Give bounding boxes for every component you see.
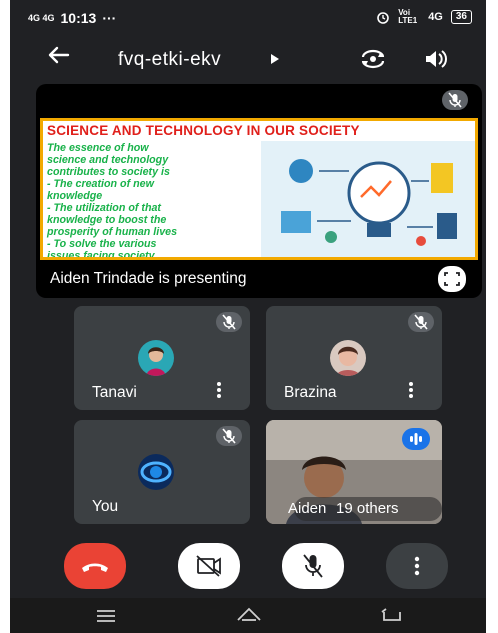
participant-name: You <box>92 498 119 515</box>
back-nav-icon[interactable] <box>378 604 406 626</box>
participant-name: Brazina <box>284 384 337 401</box>
others-tile[interactable]: Aiden 19 others <box>266 420 442 524</box>
mic-off-icon <box>442 90 468 110</box>
system-nav-bar <box>10 598 486 633</box>
speaker-icon[interactable] <box>420 44 450 74</box>
shared-slide: SCIENCE AND TECHNOLOGY IN OUR SOCIETY Th… <box>40 118 478 260</box>
app-bar: fvq-etki-ekv <box>10 36 486 84</box>
more-notifications: ··· <box>102 10 117 26</box>
avatar <box>138 454 174 490</box>
switch-camera-icon[interactable] <box>358 44 388 74</box>
mic-off-icon <box>303 554 323 578</box>
call-controls <box>10 540 486 596</box>
participant-tile[interactable]: Tanavi <box>74 306 250 410</box>
slide-body: The essence of how science and technolog… <box>47 142 178 260</box>
hang-up-icon <box>82 563 108 572</box>
mic-off-icon <box>216 312 242 332</box>
volte-indicator: Voi LTE1 <box>398 8 418 25</box>
mic-toggle-button[interactable] <box>282 543 344 589</box>
battery-indicator: 36 <box>450 10 472 24</box>
back-arrow-icon[interactable] <box>46 42 72 75</box>
signal-indicator: 4G 4G <box>28 12 55 23</box>
more-vert-icon <box>414 556 420 576</box>
speaking-indicator-icon <box>402 428 430 450</box>
participant-name: Aiden <box>288 500 327 517</box>
presenter-label: Aiden Trindade is presenting <box>50 270 247 287</box>
self-tile[interactable]: You <box>74 420 250 524</box>
presentation-tile[interactable]: SCIENCE AND TECHNOLOGY IN OUR SOCIETY Th… <box>36 84 482 298</box>
more-options-button[interactable] <box>386 543 448 589</box>
more-vert-icon[interactable] <box>406 380 416 400</box>
recents-icon[interactable] <box>94 606 118 626</box>
meeting-code[interactable]: fvq-etki-ekv <box>118 49 221 71</box>
avatar <box>330 340 366 376</box>
participant-name: Tanavi <box>92 384 137 401</box>
slide-title: SCIENCE AND TECHNOLOGY IN OUR SOCIETY <box>47 123 360 138</box>
mic-off-icon <box>216 426 242 446</box>
mic-off-icon <box>408 312 434 332</box>
camera-toggle-button[interactable] <box>178 543 240 589</box>
avatar <box>138 340 174 376</box>
caret-right-icon[interactable] <box>270 53 280 68</box>
camera-off-icon <box>196 555 221 577</box>
home-icon[interactable] <box>234 604 264 626</box>
alarm-icon <box>377 12 389 24</box>
fullscreen-icon[interactable] <box>438 266 466 292</box>
status-bar: 4G 4G 10:13 ··· Voi LTE1 4G 36 <box>10 0 486 34</box>
clock: 10:13 <box>60 10 97 26</box>
end-call-button[interactable] <box>64 543 126 589</box>
meet-screen: 4G 4G 10:13 ··· Voi LTE1 4G 36 fvq-etki-… <box>10 0 486 633</box>
more-vert-icon[interactable] <box>214 380 224 400</box>
others-count: 19 others <box>336 500 399 517</box>
slide-illustration <box>261 141 475 257</box>
network-indicator: 4G <box>428 11 443 23</box>
participant-tile[interactable]: Brazina <box>266 306 442 410</box>
